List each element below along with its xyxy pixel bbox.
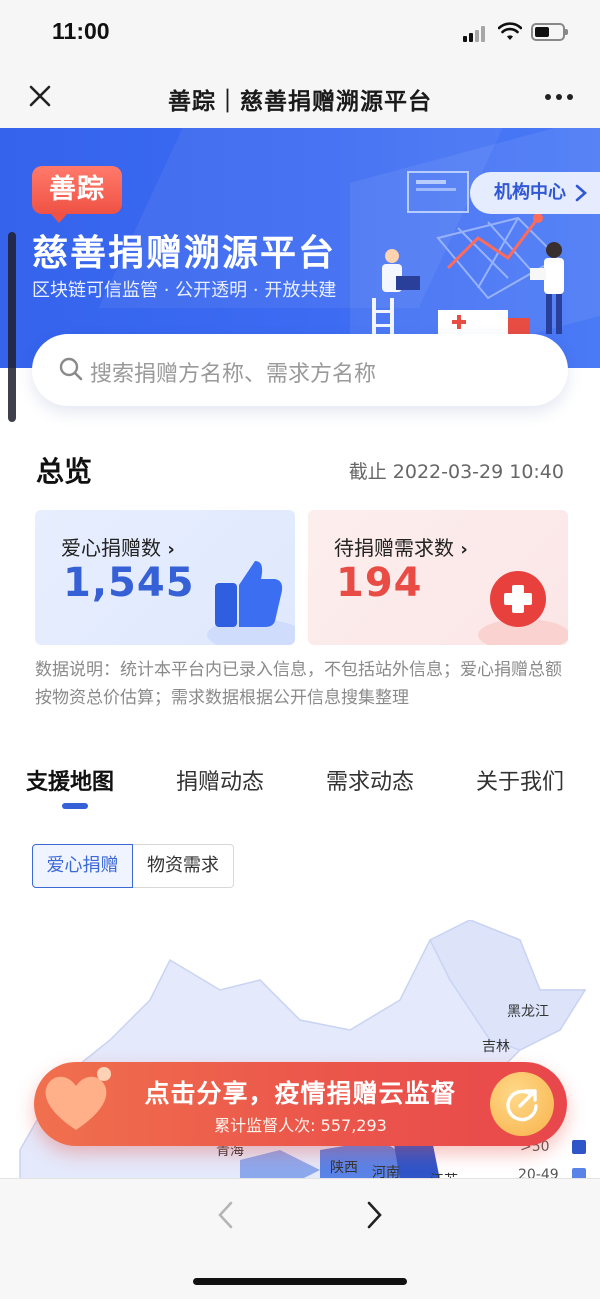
overview-timestamp: 截止 2022-03-29 10:40	[348, 461, 564, 483]
brand-tag: 善踪	[32, 166, 122, 223]
map-label-jilin: 吉林	[482, 1039, 510, 1055]
donation-count-value: 1,545	[63, 560, 195, 606]
share-banner[interactable]: 点击分享，疫情捐赠云监督 累计监督人次: 557,293	[34, 1062, 567, 1146]
hero-banner: 善踪 慈善捐赠溯源平台 区块链可信监管 · 公开透明 · 开放共建 机构中心	[0, 128, 600, 368]
tab-demand-feed[interactable]: 需求动态	[326, 764, 414, 796]
share-counter: 累计监督人次: 557,293	[214, 1116, 387, 1135]
status-time: 11:00	[52, 18, 110, 44]
share-title: 点击分享，疫情捐赠云监督	[144, 1079, 457, 1108]
pending-demand-card[interactable]: 待捐赠需求数 › 194	[308, 510, 568, 645]
search-icon	[59, 357, 83, 381]
tab-support-map[interactable]: 支援地图	[26, 764, 114, 796]
cellular-signal-icon	[463, 26, 487, 42]
donation-count-label: 爱心捐赠数 ›	[61, 536, 175, 560]
hero-headline: 慈善捐赠溯源平台	[32, 233, 337, 274]
active-tab-indicator	[62, 803, 88, 809]
tab-donation-feed[interactable]: 捐赠动态	[176, 764, 264, 796]
pending-demand-label: 待捐赠需求数 ›	[334, 536, 468, 560]
share-button[interactable]	[490, 1072, 554, 1136]
share-arrow-icon	[506, 1089, 538, 1122]
chevron-right-icon	[575, 184, 587, 202]
content-tabs: 支援地图 捐赠动态 需求动态 关于我们	[0, 760, 600, 816]
pending-demand-value: 194	[336, 560, 423, 606]
status-bar: 11:00	[0, 0, 600, 64]
thumbs-up-icon	[207, 561, 295, 645]
more-options-icon[interactable]	[543, 94, 575, 102]
org-center-button[interactable]: 机构中心	[470, 172, 600, 214]
org-center-label: 机构中心	[494, 182, 566, 203]
donation-count-card[interactable]: 爱心捐赠数 › 1,545	[35, 510, 295, 645]
data-note: 数据说明：统计本平台内已录入信息，不包括站外信息；爱心捐赠总额按物资总价估算；需…	[35, 660, 562, 708]
home-indicator[interactable]	[193, 1278, 407, 1285]
back-arrow-icon[interactable]	[212, 1199, 240, 1231]
forward-arrow-icon[interactable]	[360, 1199, 388, 1231]
segment-material-demand[interactable]: 物资需求	[133, 844, 234, 888]
hero-slogan: 区块链可信监管 · 公开透明 · 开放共建	[32, 280, 337, 301]
wifi-icon	[498, 22, 522, 40]
title-bar: 善踪｜慈善捐赠溯源平台	[0, 64, 600, 128]
legend-swatch	[572, 1140, 586, 1154]
medical-cross-icon	[478, 571, 568, 645]
search-placeholder: 搜索捐赠方名称、需求方名称	[90, 362, 377, 387]
map-label-heilongjiang: 黑龙江	[507, 1004, 549, 1020]
segment-donations[interactable]: 爱心捐赠	[32, 844, 133, 888]
battery-icon	[531, 23, 568, 41]
scrollbar[interactable]	[8, 232, 16, 422]
page-title: 善踪｜慈善捐赠溯源平台	[168, 89, 432, 115]
map-label-shaanxi: 陕西	[330, 1160, 358, 1176]
overview-title: 总览	[36, 455, 93, 488]
tab-about-us[interactable]: 关于我们	[476, 764, 564, 796]
search-bar[interactable]: 搜索捐赠方名称、需求方名称	[32, 334, 568, 406]
